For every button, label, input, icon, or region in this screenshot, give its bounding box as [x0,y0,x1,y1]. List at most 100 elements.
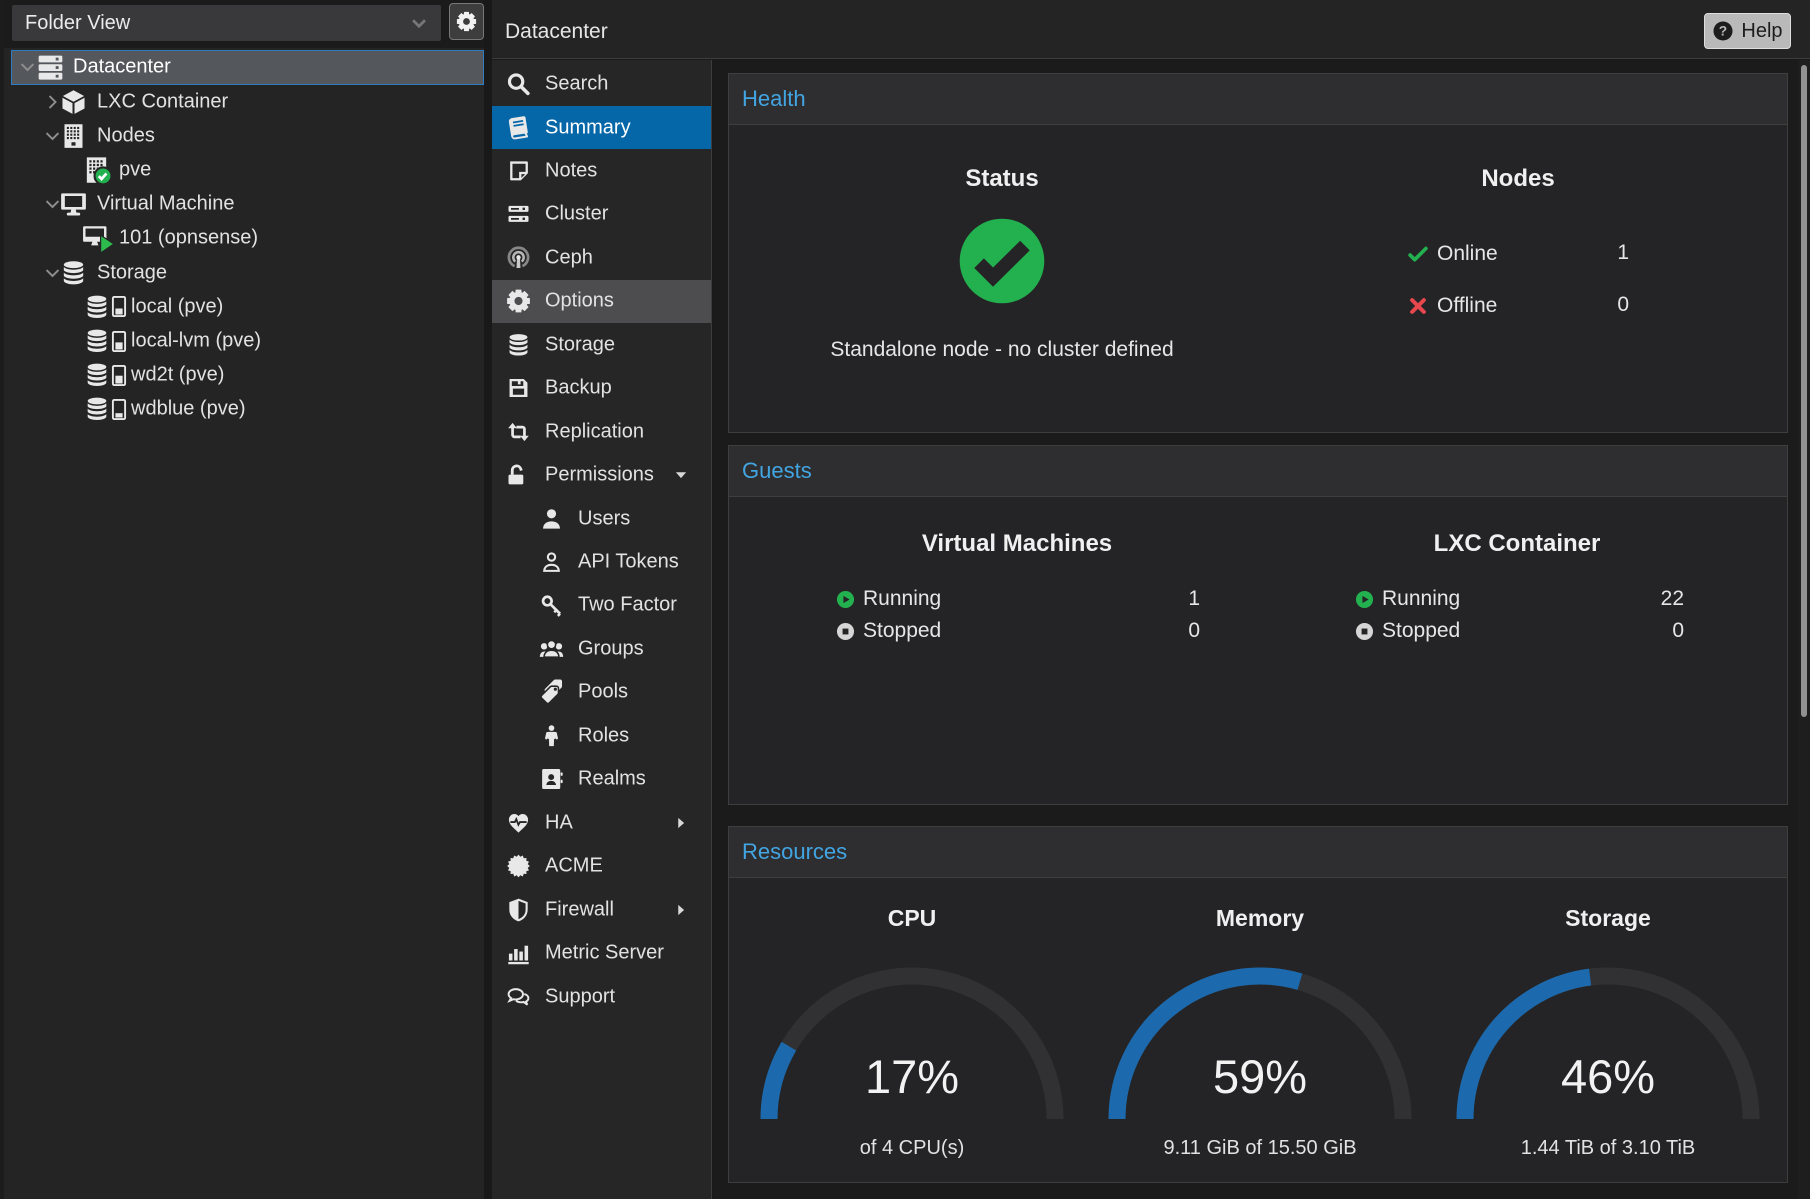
tree-config-button[interactable] [449,3,484,40]
tree-item-datacenter[interactable]: Datacenter [11,50,484,85]
tree-item-storage[interactable]: Storage [0,255,484,290]
node-status-value: 0 [1569,293,1629,317]
nav-item-ha[interactable]: HA [492,801,711,844]
tree-item-label: wdblue (pve) [131,398,246,421]
health-panel: Health StatusStandalone node - no cluste… [728,73,1788,433]
guest-status-label: Stopped [863,619,941,643]
nav-item-label: Summary [545,116,631,139]
tree-toolbar: Folder View [0,0,484,48]
tree-item-label: LXC Container [97,90,228,113]
server2-icon [506,202,531,227]
guests-panel: Guests Virtual MachinesRunning1Stopped0L… [728,445,1788,805]
tree-item-label: wd2t (pve) [131,364,224,387]
gauge-percent: 46% [1561,1049,1655,1104]
tree-item-local-lvm-pve[interactable]: local-lvm (pve) [0,324,484,359]
nav-item-support[interactable]: Support [492,975,711,1018]
chevron-down-icon[interactable] [17,57,38,78]
tree-item-wdblue-pve[interactable]: wdblue (pve) [0,392,484,427]
nav-item-label: Cluster [545,203,608,226]
nav-item-storage[interactable]: Storage [492,323,711,366]
nav-item-ceph[interactable]: Ceph [492,236,711,279]
nav-item-cluster[interactable]: Cluster [492,193,711,236]
database-icon [506,332,531,357]
users-icon [539,636,564,661]
nav-item-label: Permissions [545,464,654,487]
tree-item-virtual-machine[interactable]: Virtual Machine [0,187,484,222]
nav-item-summary[interactable]: Summary [492,106,711,149]
nav-item-label: Two Factor [578,594,677,617]
sticky-note-icon [506,158,531,183]
nav-item-roles[interactable]: Roles [492,714,711,757]
certificate-icon [506,854,531,879]
view-selector-value: Folder View [13,12,406,35]
bar-chart-icon [506,941,531,966]
guests-column-title: LXC Container [1434,530,1601,558]
nav-item-api-tokens[interactable]: API Tokens [492,540,711,583]
guests-panel-header: Guests [729,446,1787,497]
user-icon [539,506,564,531]
play-circle-icon [1355,590,1374,609]
user-o-icon [539,550,564,575]
view-selector-combobox[interactable]: Folder View [12,5,441,41]
chevron-down-icon[interactable] [406,10,432,36]
vertical-scrollbar[interactable] [1798,60,1810,1199]
help-button[interactable]: ? Help [1704,13,1791,49]
gauge-arc [1438,951,1778,1131]
nav-item-label: Ceph [545,246,593,269]
nav-item-notes[interactable]: Notes [492,149,711,192]
nav-item-replication[interactable]: Replication [492,410,711,453]
nav-item-two-factor[interactable]: Two Factor [492,584,711,627]
tags-icon [539,680,564,705]
page-title: Datacenter [505,4,608,59]
caret-right-icon [670,899,692,921]
stop-circle-icon [836,622,855,641]
nav-item-realms[interactable]: Realms [492,758,711,801]
gauge-title: Memory [1216,905,1304,932]
tree-item-lxc-container[interactable]: LXC Container [0,84,484,119]
nav-item-label: Realms [578,768,646,791]
nav-item-options[interactable]: Options [492,280,711,323]
nav-item-groups[interactable]: Groups [492,627,711,670]
nav-item-firewall[interactable]: Firewall [492,888,711,931]
tree-item-label: Virtual Machine [97,193,234,216]
tree-item-101-opnsense[interactable]: 101 (opnsense) [0,221,484,256]
play-circle-icon [836,590,855,609]
guest-status-label: Running [1382,587,1460,611]
nav-item-label: Support [545,985,615,1008]
check-icon [1407,243,1429,265]
stop-circle-icon [1355,622,1374,641]
guest-status-row: Stopped [1355,616,1460,646]
guest-status-row: Running [1355,584,1460,614]
caret-right-icon [670,812,692,834]
nav-item-backup[interactable]: Backup [492,367,711,410]
guest-status-row: Stopped [836,616,941,646]
comments-icon [506,984,531,1009]
tree-item-local-pve[interactable]: local (pve) [0,289,484,324]
heartbeat-icon [506,810,531,835]
gauge-percent: 59% [1213,1049,1307,1104]
tree-item-pve[interactable]: pve [0,153,484,188]
nav-item-label: Options [545,290,614,313]
nav-item-pools[interactable]: Pools [492,671,711,714]
tree-item-label: Storage [97,261,167,284]
scrollbar-thumb[interactable] [1801,65,1807,717]
nav-item-acme[interactable]: ACME [492,844,711,887]
desktop-play-icon [82,224,111,253]
tree-item-nodes[interactable]: Nodes [0,118,484,153]
window-left-edge [0,0,4,1199]
content-area: Health StatusStandalone node - no cluste… [713,60,1810,1199]
nav-item-label: Backup [545,377,612,400]
nav-item-permissions[interactable]: Permissions [492,453,711,496]
nav-item-users[interactable]: Users [492,497,711,540]
gauge-sublabel: 1.44 TiB of 3.10 TiB [1521,1137,1696,1160]
times-icon [1407,295,1429,317]
status-column-title: Status [965,165,1038,193]
nav-item-label: HA [545,811,573,834]
help-button-label: Help [1741,20,1782,43]
nav-item-metric-server[interactable]: Metric Server [492,931,711,974]
content-header: Datacenter ? Help [492,0,1810,59]
server-icon [36,53,65,82]
tree-item-wd2t-pve[interactable]: wd2t (pve) [0,358,484,393]
building-check-icon [82,156,111,185]
nav-item-search[interactable]: Search [492,62,711,105]
